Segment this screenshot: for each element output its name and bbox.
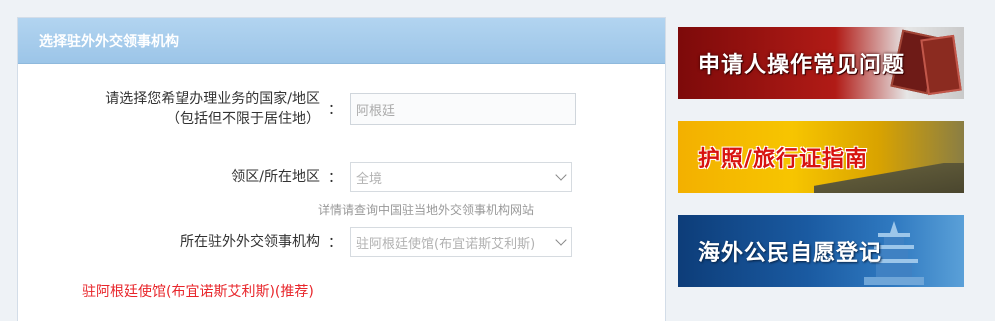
passport-book-icon <box>920 34 962 96</box>
mission-label: 所在驻外外交领事机构 <box>180 234 320 250</box>
region-colon: ： <box>328 170 342 186</box>
country-input[interactable]: 阿根廷 <box>350 93 576 125</box>
country-label: 请选择您希望办理业务的国家/地区 （包括但不限于居住地） <box>82 89 320 129</box>
mission-colon: ： <box>328 235 342 251</box>
banner-applicant-faq[interactable]: 申请人操作常见问题 <box>678 27 964 99</box>
banner-applicant-faq-label: 申请人操作常见问题 <box>698 53 906 78</box>
region-row: 领区/所在地区 ： 全境 <box>82 162 572 192</box>
mission-select-value: 驻阿根廷使馆(布宜诺斯艾利斯) <box>356 236 536 252</box>
mission-row: 所在驻外外交领事机构 ： 驻阿根廷使馆(布宜诺斯艾利斯) <box>82 227 572 257</box>
hint-text: 详情请查询中国驻当地外交领事机构网站 <box>318 203 535 217</box>
banner-passport-guide[interactable]: 护照/旅行证指南 <box>678 121 964 193</box>
country-label-line2: （包括但不限于居住地） <box>166 111 320 127</box>
banner-passport-guide-label: 护照/旅行证指南 <box>698 147 869 172</box>
panel-header: 选择驻外外交领事机构 <box>18 18 665 64</box>
banner-citizen-registration[interactable]: 海外公民自愿登记 <box>678 215 964 287</box>
region-select[interactable]: 全境 <box>350 162 572 192</box>
region-select-value: 全境 <box>356 171 383 187</box>
region-label: 领区/所在地区 <box>231 169 320 185</box>
country-row: 请选择您希望办理业务的国家/地区 （包括但不限于居住地） ： 阿根廷 <box>82 89 576 129</box>
recommended-mission-link[interactable]: 驻阿根廷使馆(布宜诺斯艾利斯)(推荐) <box>82 281 314 301</box>
chevron-down-icon <box>555 169 567 181</box>
country-label-line1: 请选择您希望办理业务的国家/地区 <box>105 91 320 107</box>
country-colon: ： <box>328 102 342 118</box>
banner-citizen-registration-label: 海外公民自愿登记 <box>698 241 883 266</box>
panel-title: 选择驻外外交领事机构 <box>39 33 179 50</box>
mission-select[interactable]: 驻阿根廷使馆(布宜诺斯艾利斯) <box>350 227 572 257</box>
chevron-down-icon <box>555 234 567 246</box>
